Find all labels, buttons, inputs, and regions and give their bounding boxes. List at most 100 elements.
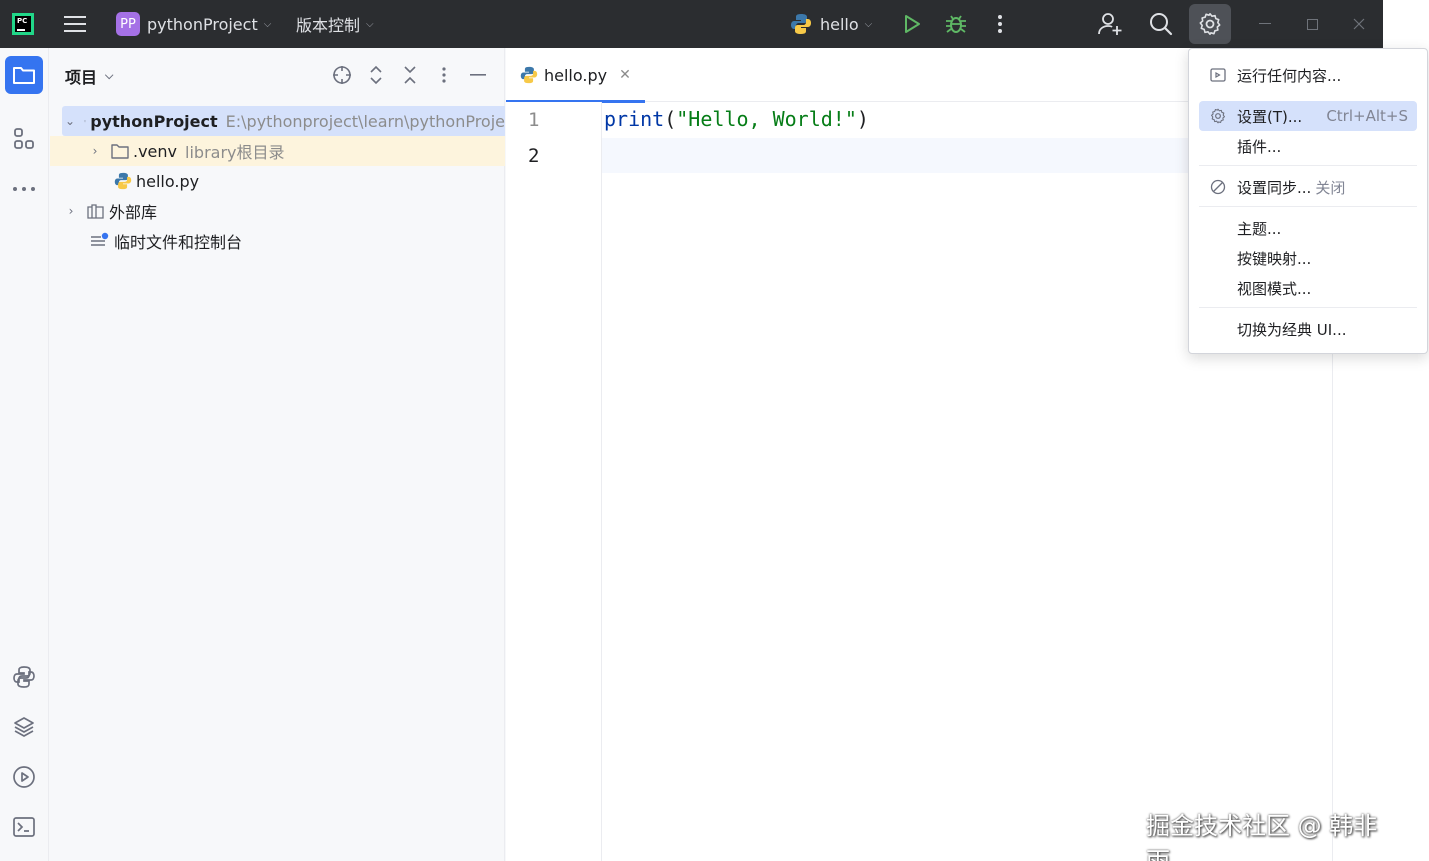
crosshair-icon xyxy=(333,66,351,84)
project-badge: PP xyxy=(116,12,140,36)
chevron-down-icon[interactable]: ⌄ xyxy=(65,114,75,128)
more-vertical-icon xyxy=(998,15,1002,33)
run-icon xyxy=(905,15,920,33)
vcs-menu[interactable]: 版本控制 ⌵ xyxy=(296,0,374,48)
run-config-selector[interactable]: hello ⌵ xyxy=(790,0,872,48)
code-function: print xyxy=(604,107,665,131)
tree-item-scratches[interactable]: 临时文件和控制台 xyxy=(50,226,505,256)
locate-file-button[interactable] xyxy=(331,64,353,86)
code-line[interactable]: print("Hello, World!") xyxy=(604,107,869,131)
code-paren-close: ) xyxy=(856,107,869,131)
project-root-name: pythonProject xyxy=(90,111,218,131)
menu-label: 视图模式... xyxy=(1237,279,1312,298)
menu-separator xyxy=(1199,307,1417,308)
project-view-selector[interactable]: 项目 ⌵ xyxy=(65,64,113,88)
project-tool-button[interactable] xyxy=(5,56,43,94)
gear-icon xyxy=(1211,108,1225,124)
terminal-button[interactable] xyxy=(5,808,43,846)
menu-item-theme[interactable]: 主题... xyxy=(1199,213,1417,243)
menu-label: 插件... xyxy=(1237,137,1282,156)
menu-item-run-anything[interactable]: 运行任何内容... xyxy=(1199,60,1417,90)
library-icon xyxy=(87,204,104,219)
collapse-icon xyxy=(404,66,416,84)
menu-label: 切换为经典 UI... xyxy=(1237,320,1347,339)
structure-icon xyxy=(14,128,34,149)
minimize-icon xyxy=(470,74,486,76)
external-libraries-label: 外部库 xyxy=(109,203,158,222)
run-config-label: hello xyxy=(820,14,859,34)
line-number: 2 xyxy=(528,145,540,167)
menu-item-keymap[interactable]: 按键映射... xyxy=(1199,243,1417,273)
python-console-button[interactable] xyxy=(5,658,43,696)
logo-text: PC xyxy=(17,17,28,25)
chevron-down-icon: ⌵ xyxy=(105,69,114,82)
structure-tool-button[interactable] xyxy=(5,120,43,158)
debug-button[interactable] xyxy=(944,0,968,48)
code-paren-open: ( xyxy=(664,107,677,131)
project-panel-header: 项目 ⌵ xyxy=(50,48,505,102)
code-string: "Hello, World!" xyxy=(676,107,857,131)
python-packages-button[interactable] xyxy=(5,708,43,746)
services-icon xyxy=(13,766,35,788)
python-file-icon xyxy=(520,66,538,84)
tool-window-strip xyxy=(0,48,49,861)
chevron-right-icon[interactable]: › xyxy=(64,204,78,218)
ide-settings-button[interactable] xyxy=(1189,4,1231,44)
tree-item-hello-py[interactable]: hello.py xyxy=(50,166,505,196)
vcs-label: 版本控制 xyxy=(296,16,361,35)
maximize-button[interactable] xyxy=(1302,0,1322,48)
bug-icon xyxy=(946,15,966,33)
chevron-down-icon: ⌵ xyxy=(366,18,374,30)
menu-separator xyxy=(1199,165,1417,166)
panel-options-button[interactable] xyxy=(433,64,455,86)
tree-item-venv[interactable]: › .venv library根目录 xyxy=(50,136,505,166)
sync-label: 设置同步... xyxy=(1237,178,1312,197)
more-horizontal-icon xyxy=(13,187,35,191)
scratches-icon xyxy=(91,232,109,246)
minimize-button[interactable] xyxy=(1255,0,1275,48)
pycharm-logo-icon: PC xyxy=(12,0,36,48)
project-panel: 项目 ⌵ ⌄ pythonProject E:\pythonproject\le… xyxy=(50,48,505,861)
menu-item-classic-ui[interactable]: 切换为经典 UI... xyxy=(1199,314,1417,344)
tree-item-external-libraries[interactable]: › 外部库 xyxy=(50,196,505,226)
project-switcher[interactable]: PP pythonProject ⌵ xyxy=(116,0,271,48)
search-everywhere-button[interactable] xyxy=(1148,0,1174,48)
ide-window: PC PP pythonProject ⌵ 版本控制 ⌵ hello ⌵ 项目 … xyxy=(0,0,1383,861)
menu-item-settings[interactable]: 设置(T)... Ctrl+Alt+S xyxy=(1199,101,1417,131)
file-name: hello.py xyxy=(136,171,200,191)
more-vertical-icon xyxy=(442,67,446,83)
folder-icon xyxy=(111,144,129,159)
python-file-icon xyxy=(114,172,132,190)
line-number-gutter[interactable]: 1 2 xyxy=(506,102,602,861)
disabled-icon xyxy=(1210,179,1226,195)
tab-hello-py[interactable]: hello.py ✕ xyxy=(506,48,645,103)
run-button[interactable] xyxy=(900,0,924,48)
menu-item-plugins[interactable]: 插件... xyxy=(1199,131,1417,161)
menu-label: 设置(T)... xyxy=(1237,107,1303,126)
title-bar: PC PP pythonProject ⌵ 版本控制 ⌵ hello ⌵ xyxy=(0,0,1383,48)
menu-item-settings-sync[interactable]: 设置同步... 关闭 xyxy=(1199,172,1417,202)
services-button[interactable] xyxy=(5,758,43,796)
minimize-icon xyxy=(1259,23,1271,24)
expand-all-button[interactable] xyxy=(365,64,387,86)
project-root-path: E:\pythonproject\learn\pythonProje xyxy=(225,111,505,131)
close-window-button[interactable] xyxy=(1349,0,1369,48)
chevron-right-icon[interactable]: › xyxy=(88,144,102,158)
hide-panel-button[interactable] xyxy=(467,64,489,86)
chevron-down-icon: ⌵ xyxy=(864,18,873,30)
more-actions-button[interactable] xyxy=(988,0,1012,48)
close-tab-icon[interactable]: ✕ xyxy=(619,67,631,83)
menu-shortcut: Ctrl+Alt+S xyxy=(1326,107,1408,125)
more-tools-button[interactable] xyxy=(5,170,43,208)
menu-item-view-mode[interactable]: 视图模式... xyxy=(1199,273,1417,303)
tree-item-project-root[interactable]: ⌄ pythonProject E:\pythonproject\learn\p… xyxy=(62,106,505,136)
collapse-all-button[interactable] xyxy=(399,64,421,86)
maximize-icon xyxy=(1306,18,1318,30)
project-name: pythonProject xyxy=(147,14,258,34)
menu-separator xyxy=(1199,206,1417,207)
main-menu-button[interactable] xyxy=(64,0,90,48)
menu-label: 按键映射... xyxy=(1237,249,1312,268)
code-with-me-button[interactable] xyxy=(1098,0,1124,48)
gear-icon xyxy=(1199,13,1221,35)
sync-state: 关闭 xyxy=(1315,178,1346,197)
